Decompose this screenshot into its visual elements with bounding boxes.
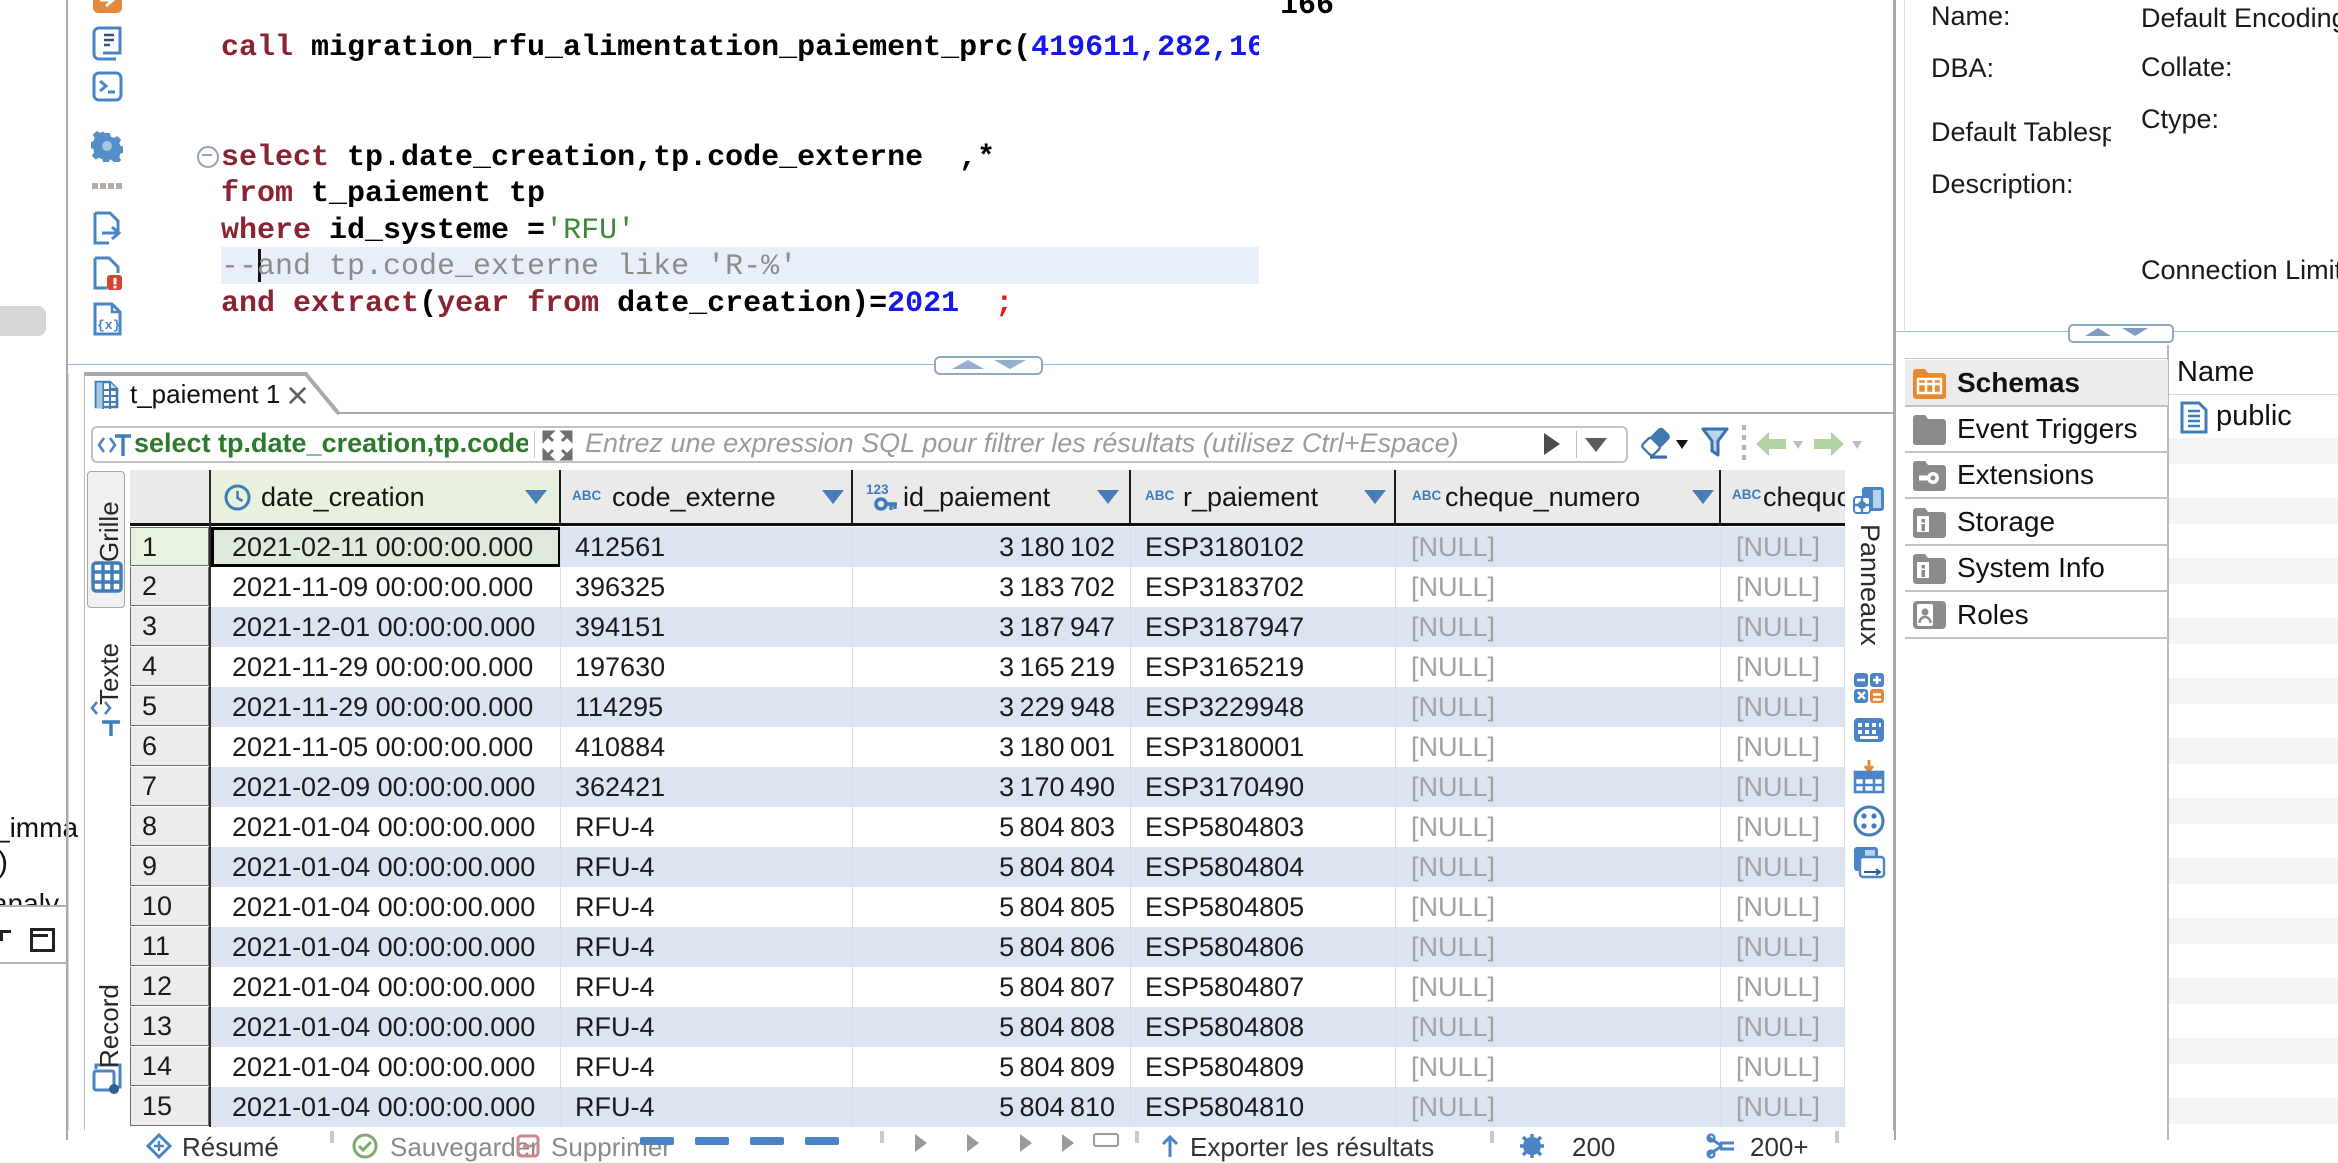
- svg-text:{x}: {x}: [97, 318, 120, 333]
